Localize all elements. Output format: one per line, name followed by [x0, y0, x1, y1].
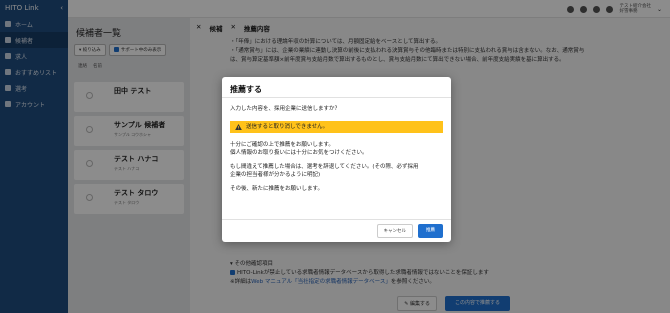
notice-line: 個人情報のお取り扱いには十分にお気をつけください。	[230, 150, 368, 156]
divider	[222, 219, 451, 220]
submit-button[interactable]: 推薦	[418, 224, 443, 238]
divider	[222, 97, 451, 98]
dialog-body: 入力した内容を、採用企業に送信しますか？ 送信すると取り消しできません。 十分に…	[230, 105, 443, 193]
recommend-dialog: 推薦する 入力した内容を、採用企業に送信しますか？ 送信すると取り消しできません…	[222, 77, 451, 242]
notice-line: その後、新たに推薦をお願いします。	[230, 186, 323, 192]
warning-icon	[235, 124, 242, 130]
dialog-title: 推薦する	[230, 85, 262, 94]
cancel-button[interactable]: キャンセル	[376, 224, 413, 238]
notice-line: 十分にご確認の上で推薦をお願いします。	[230, 142, 334, 148]
notice-line: 企業の担当者様が分かるように明記)	[230, 172, 321, 178]
notice-line: もし間違えて推薦した場合は、選考を辞退してください。(その際、必ず採用	[230, 164, 419, 170]
dialog-question: 入力した内容を、採用企業に送信しますか？	[230, 106, 341, 112]
warning-banner: 送信すると取り消しできません。	[230, 121, 443, 133]
warning-text: 送信すると取り消しできません。	[246, 124, 329, 130]
